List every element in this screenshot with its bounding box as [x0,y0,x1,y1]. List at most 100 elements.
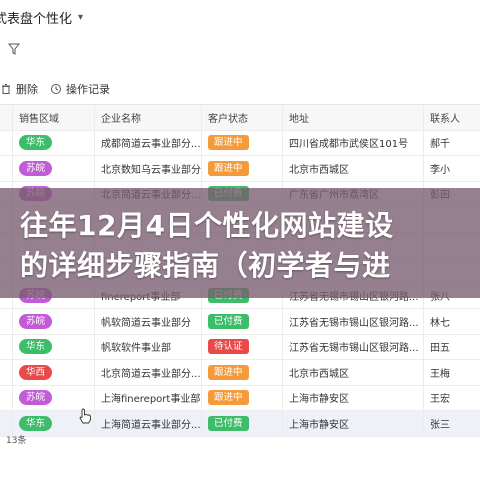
cell-company-text: 成都简道云事业部分... [101,139,201,151]
cell-region[interactable]: 苏皖 [12,309,94,334]
delete-label: 删除 [16,83,38,96]
cell-contact[interactable]: 李小 [423,156,480,181]
cell-contact[interactable]: 田五 [423,334,480,359]
region-tag: 苏皖 [19,160,53,176]
history-button[interactable]: 操作记录 [50,81,110,97]
table-row[interactable]: 华东 成都简道云事业部分... 跟进中 四川省成都市武侯区101号 郝千 [0,130,480,156]
cell-region[interactable]: 华东 [12,130,94,155]
status-badge: 已付费 [208,415,249,431]
cell-contact-text: 王宏 [430,394,450,406]
cell-address-text: 上海市静安区 [289,394,349,406]
cell-status[interactable]: 跟进中 [201,385,282,410]
cell-address-text: 江苏省无锡市锡山区银河路... [289,317,419,329]
cell-company[interactable]: 帆软简道云事业部分 [94,309,201,334]
cell-contact[interactable]: 王宏 [423,385,480,410]
cell-contact-text: 王梅 [430,368,450,380]
cell-company-text: 北京简道云事业部分... [101,368,201,380]
cell-address[interactable]: 江苏省无锡市锡山区银河路... [282,309,423,334]
banner-line-1: 往年12月4日个性化网站建设 [20,209,394,242]
cell-contact-text: 田五 [430,343,450,355]
status-badge: 已付费 [208,313,249,329]
cell-contact[interactable]: 郝千 [423,130,480,155]
cell-contact-text: 郝千 [430,139,450,151]
region-tag: 华东 [19,415,53,431]
cell-region[interactable]: 华东 [12,334,94,359]
status-badge: 跟进中 [208,390,249,406]
funnel-icon[interactable] [8,43,20,55]
cell-contact-text: 李小 [430,164,450,176]
cell-company-text: 上海finereport事业部... [101,394,201,406]
table-row[interactable]: 华东 上海简道云事业部分... 已付费 上海市静安区 张三 [0,411,480,437]
table-row[interactable]: 华西 北京简道云事业部分... 跟进中 北京市西城区 王梅 [0,360,480,386]
history-icon [51,84,61,94]
table-row[interactable]: 苏皖 上海finereport事业部... 跟进中 上海市静安区 王宏 [0,385,480,411]
cell-company[interactable]: 上海简道云事业部分... [94,411,201,436]
table-row[interactable]: 华东 帆软软件事业部 待认证 江苏省无锡市锡山区银河路... 田五 [0,334,480,360]
cell-company[interactable]: 上海finereport事业部... [94,385,201,410]
cell-status[interactable]: 已付费 [201,309,282,334]
column-header-status[interactable]: 客户状态 [201,105,282,130]
region-tag: 华西 [19,364,53,380]
status-badge: 跟进中 [208,160,249,176]
cell-company-text: 帆软简道云事业部分 [101,317,191,329]
table-row[interactable]: 苏皖 帆软简道云事业部分 已付费 江苏省无锡市锡山区银河路... 林七 [0,309,480,335]
cell-status[interactable]: 跟进中 [201,360,282,385]
cell-address[interactable]: 江苏省无锡市锡山区银河路... [282,334,423,359]
cell-company-text: 帆软软件事业部 [101,343,171,355]
cell-address[interactable]: 北京市西城区 [282,360,423,385]
cell-contact-text: 张三 [430,419,450,431]
cell-region[interactable]: 苏皖 [12,385,94,410]
region-tag: 苏皖 [19,313,53,329]
region-tag: 华东 [19,135,53,151]
status-badge: 待认证 [208,339,249,355]
cell-address[interactable]: 北京市西城区 [282,156,423,181]
hand-pointer-icon [79,408,91,424]
row-number[interactable] [0,386,12,411]
chevron-down-icon[interactable]: ▾ [78,12,83,23]
cell-address[interactable]: 上海市静安区 [282,385,423,410]
row-number[interactable] [0,411,12,436]
filter-row [0,36,480,62]
title-bar: 式表盘个性化 ▾ [0,0,480,34]
cell-address-text: 北京市西城区 [289,164,349,176]
column-header-region[interactable]: 销售区域 [12,105,94,130]
cell-address-text: 四川省成都市武侯区101号 [289,139,409,151]
cell-company[interactable]: 帆软软件事业部 [94,334,201,359]
row-number[interactable] [0,309,12,334]
cell-company[interactable]: 成都简道云事业部分... [94,130,201,155]
overlay-banner: 往年12月4日个性化网站建设 的详细步骤指南（初学者与进 [0,188,480,298]
column-header-address[interactable]: 地址 [282,105,423,130]
column-header-contact[interactable]: 联系人 [423,105,480,130]
status-badge: 跟进中 [208,135,249,151]
cell-status[interactable]: 待认证 [201,334,282,359]
cell-address[interactable]: 上海市静安区 [282,411,423,436]
cell-company-text: 北京数知乌云事业部分... [101,164,201,176]
cell-contact[interactable]: 王梅 [423,360,480,385]
cell-address-text: 上海市静安区 [289,419,349,431]
cell-contact[interactable]: 张三 [423,411,480,436]
banner-line-2: 的详细步骤指南（初学者与进 [20,249,391,282]
cell-region[interactable]: 华西 [12,360,94,385]
cell-address-text: 北京市西城区 [289,368,349,380]
row-number[interactable] [0,335,12,360]
cell-contact-text: 林七 [430,317,450,329]
row-number[interactable] [0,360,12,385]
history-label: 操作记录 [66,83,110,96]
record-count: 13条 [6,436,27,446]
cell-company[interactable]: 北京数知乌云事业部分... [94,156,201,181]
cell-address[interactable]: 四川省成都市武侯区101号 [282,130,423,155]
table-row[interactable]: 苏皖 北京数知乌云事业部分... 跟进中 北京市西城区 李小 [0,156,480,182]
cell-status[interactable]: 跟进中 [201,130,282,155]
cell-region[interactable]: 苏皖 [12,156,94,181]
cell-contact[interactable]: 林七 [423,309,480,334]
header-rownum-cell [0,105,12,130]
delete-button[interactable]: 删除 [0,81,38,97]
cell-status[interactable]: 已付费 [201,411,282,436]
row-number[interactable] [0,131,12,156]
status-badge: 跟进中 [208,364,249,380]
cell-company[interactable]: 北京简道云事业部分... [94,360,201,385]
row-number[interactable] [0,156,12,181]
cell-address-text: 江苏省无锡市锡山区银河路... [289,343,419,355]
cell-status[interactable]: 跟进中 [201,156,282,181]
column-header-company[interactable]: 企业名称 [94,105,201,130]
